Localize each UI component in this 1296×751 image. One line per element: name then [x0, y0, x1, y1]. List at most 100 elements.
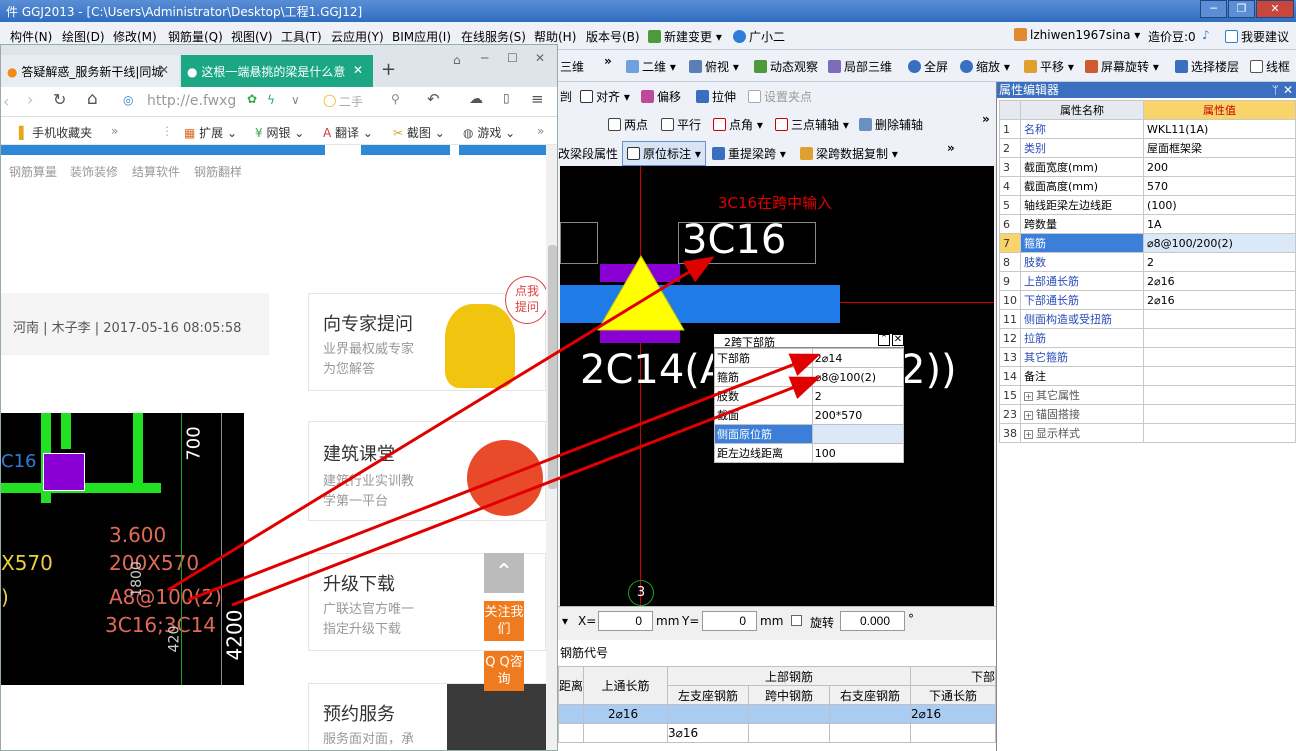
prop-value[interactable]: WKL11(1A)	[1143, 119, 1296, 139]
tb-spancopy[interactable]: 梁跨数据复制 ▾	[800, 145, 898, 162]
scrollbar-thumb[interactable]	[548, 245, 557, 489]
expand-icon[interactable]: +	[1024, 392, 1033, 401]
property-row[interactable]: 14 备注	[999, 366, 1296, 386]
nav-link[interactable]: 钢筋翻样	[194, 163, 242, 180]
table-cell[interactable]	[557, 723, 585, 743]
table-row[interactable]: 2⌀16 2⌀16	[557, 704, 997, 724]
y-input[interactable]	[702, 611, 757, 631]
property-row-group[interactable]: 15 + 其它属性	[999, 385, 1296, 405]
menu-item-assistant[interactable]: 广小二	[733, 28, 785, 45]
tb-zoom[interactable]: 缩放 ▾	[960, 58, 1010, 75]
undo-icon[interactable]: ↶	[427, 90, 440, 108]
tb-wireframe[interactable]: 线框	[1250, 58, 1290, 75]
popup-row[interactable]: 肢数 2	[714, 386, 905, 406]
follow-us-button[interactable]: 关注我们	[484, 601, 524, 641]
browser-close-icon[interactable]: ✕	[535, 51, 545, 65]
minimize-button[interactable]: ─	[1200, 0, 1227, 18]
tb-threepoint[interactable]: 三点辅轴 ▾	[775, 116, 849, 133]
tb-align[interactable]: 对齐 ▾	[580, 88, 630, 105]
prop-value[interactable]	[1143, 309, 1296, 329]
prop-value[interactable]: 1A	[1143, 214, 1296, 234]
tb-local3d[interactable]: 局部三维	[828, 58, 892, 75]
top-rebar-label[interactable]: 3C16	[682, 216, 786, 264]
chevron-right-icon[interactable]: »	[537, 124, 544, 138]
prop-value[interactable]: 200	[1143, 157, 1296, 177]
bottom-rebar-label[interactable]: 2C14(A	[580, 346, 727, 394]
bookmark-bank[interactable]: ¥ 网银 ⌄	[255, 124, 304, 141]
tb-grip[interactable]: 设置夹点	[748, 88, 812, 105]
popup-row[interactable]: 距左边线距离 100	[714, 443, 905, 463]
property-row[interactable]: 5 轴线距梁左边线距 (100)	[999, 195, 1296, 215]
table-cell[interactable]	[747, 704, 830, 724]
table-cell[interactable]	[828, 723, 911, 743]
tb-2d[interactable]: 二维 ▾	[626, 58, 676, 75]
property-row[interactable]: 8 肢数 2	[999, 252, 1296, 272]
bookmark-extension[interactable]: ▦ 扩展 ⌄	[184, 124, 237, 141]
dropdown-icon[interactable]: ∨	[291, 93, 300, 107]
phone-icon[interactable]: ▯	[503, 91, 510, 105]
prop-value[interactable]	[1143, 328, 1296, 348]
tab-close-icon[interactable]: ✕	[159, 63, 169, 77]
card-ask-expert[interactable]: 向专家提问 业界最权威专家 为您解答 点我提问	[308, 276, 549, 391]
shirt-icon[interactable]: ⌂	[453, 53, 461, 67]
menu-item-view[interactable]: 视图(V)	[231, 28, 273, 45]
prop-value[interactable]: 2⌀16	[1143, 271, 1296, 291]
expand-icon[interactable]: +	[1024, 411, 1033, 420]
nav-link[interactable]: 结算软件	[132, 163, 180, 180]
prop-value[interactable]: (100)	[1143, 195, 1296, 215]
menu-icon[interactable]: ≡	[531, 90, 544, 108]
menu-item-new-change[interactable]: 新建变更 ▾	[648, 28, 722, 45]
minimize-icon[interactable]: ─	[481, 51, 488, 65]
popup-row-value[interactable]: 2	[811, 386, 905, 406]
tb-fullscreen[interactable]: 全屏	[908, 58, 948, 75]
tb2-left-label[interactable]: 剀	[560, 88, 572, 105]
expand-icon[interactable]: +	[1024, 430, 1033, 439]
search-engine-icon[interactable]: ◯	[323, 93, 336, 107]
chevron-right-icon[interactable]: »	[982, 112, 990, 126]
menu-item-bim[interactable]: BIM应用(I)	[392, 28, 451, 45]
popup-row[interactable]: 截面 200*570	[714, 405, 905, 425]
prop-value[interactable]	[1143, 404, 1296, 424]
url-field[interactable]: http://e.fwxg	[147, 93, 236, 109]
prop-value[interactable]: 屋面框架梁	[1143, 138, 1296, 158]
property-row[interactable]: 1 名称 WKL11(1A)	[999, 119, 1296, 139]
table-cell[interactable]	[828, 704, 911, 724]
prop-value[interactable]: 2⌀16	[1143, 290, 1296, 310]
maximize-button[interactable]: ❐	[1228, 0, 1255, 18]
property-row-group[interactable]: 23 + 锚固搭接	[999, 404, 1296, 424]
card-classroom[interactable]: 建筑课堂 建筑行业实训教 学第一平台	[308, 421, 546, 521]
collapse-icon[interactable]: ⌃	[878, 334, 890, 346]
prop-value[interactable]	[1143, 423, 1296, 443]
menu-item-modify[interactable]: 修改(M)	[113, 28, 157, 45]
property-row[interactable]: 12 拉筋	[999, 328, 1296, 348]
popup-row[interactable]: 下部筋 2⌀14	[714, 348, 905, 368]
menu-item-online[interactable]: 在线服务(S)	[461, 28, 526, 45]
tb-pointangle[interactable]: 点角 ▾	[713, 116, 763, 133]
tb-parallel[interactable]: 平行	[661, 116, 701, 133]
new-tab-icon[interactable]: +	[381, 59, 396, 80]
tb-3d[interactable]: 三维	[560, 58, 584, 75]
property-row[interactable]: 2 类别 屋面框架梁	[999, 138, 1296, 158]
tb-offset[interactable]: 偏移	[641, 88, 681, 105]
bookmark-translate[interactable]: A 翻译 ⌄	[323, 124, 373, 141]
property-row[interactable]: 4 截面高度(mm) 570	[999, 176, 1296, 196]
search-icon[interactable]: ⚲	[391, 92, 400, 106]
prop-value[interactable]: 570	[1143, 176, 1296, 196]
table-cell[interactable]	[557, 704, 585, 724]
prop-value[interactable]	[1143, 366, 1296, 386]
table-cell[interactable]	[909, 723, 997, 743]
dropdown-arrow-icon[interactable]: ▾	[562, 614, 568, 628]
suggest-button[interactable]: 我要建议	[1225, 28, 1289, 45]
tb-pan[interactable]: 平移 ▾	[1024, 58, 1074, 75]
table-cell[interactable]	[747, 723, 830, 743]
scrollbar[interactable]	[546, 145, 557, 750]
nav-link[interactable]: 钢筋算量	[9, 163, 57, 180]
property-row-selected[interactable]: 7 箍筋 ⌀8@100/200(2)	[999, 233, 1296, 253]
popup-row-value[interactable]: 100	[811, 443, 905, 463]
bookmark-screenshot[interactable]: ✂ 截图 ⌄	[393, 124, 445, 141]
property-row-group[interactable]: 38 + 显示样式	[999, 423, 1296, 443]
tb-floor[interactable]: 选择楼层	[1175, 58, 1239, 75]
chevron-right-icon[interactable]: »	[111, 124, 118, 138]
tb-orbit[interactable]: 动态观察	[754, 58, 818, 75]
tb-beam-props[interactable]: 改梁段属性	[558, 145, 618, 162]
